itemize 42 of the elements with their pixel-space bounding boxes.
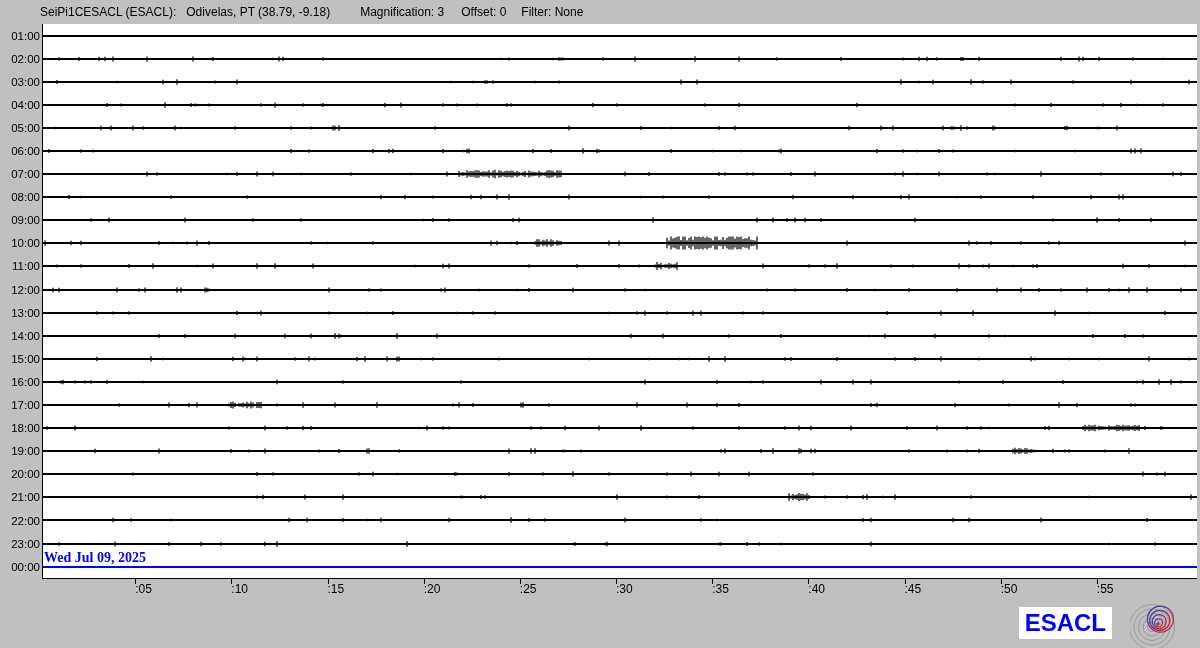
hour-label: 12:00: [11, 283, 40, 296]
minute-label: :35: [712, 582, 729, 597]
hour-label: 08:00: [11, 191, 40, 204]
date-label: Wed Jul 09, 2025: [44, 550, 146, 566]
minute-label: :50: [1000, 582, 1018, 597]
magnification-label: Magnification: 3: [360, 5, 445, 19]
minute-label: :20: [423, 582, 441, 597]
station-logo: ESACL: [1018, 607, 1112, 640]
hour-label: 23:00: [11, 537, 40, 550]
offset-label: Offset: 0: [461, 5, 507, 19]
hour-label: 05:00: [11, 121, 40, 134]
minute-label: :15: [327, 582, 345, 597]
hour-label: 09:00: [11, 214, 40, 227]
hour-label: 21:00: [11, 491, 40, 504]
hour-label: 15:00: [11, 352, 40, 365]
hour-label: 16:00: [11, 375, 40, 388]
hour-label: 02:00: [11, 52, 40, 65]
hour-label: 01:00: [11, 29, 40, 42]
hour-label: 11:00: [12, 260, 40, 273]
hour-label: 04:00: [11, 98, 40, 111]
hour-label: 22:00: [11, 514, 40, 527]
filter-label: Filter: None: [521, 5, 584, 19]
minute-label: :10: [231, 582, 248, 597]
station-label: SeiPi1CESACL (ESACL):: [40, 5, 177, 19]
hour-label: 13:00: [11, 306, 40, 319]
minute-label: :55: [1096, 582, 1114, 597]
hour-label: 17:00: [11, 399, 40, 412]
hour-label: 00:00: [11, 560, 40, 573]
minute-label: :30: [616, 582, 633, 597]
location-label: Odivelas, PT (38.79, -9.18): [186, 5, 331, 19]
hour-label: 06:00: [11, 145, 40, 157]
hour-label: 20:00: [11, 468, 40, 481]
hour-label: 19:00: [11, 445, 40, 458]
hour-label: 10:00: [11, 237, 40, 250]
hour-label: 14:00: [11, 329, 40, 342]
hour-label: 03:00: [11, 75, 40, 88]
minute-label: :25: [519, 582, 537, 597]
hour-label: 18:00: [11, 422, 40, 435]
minute-label: :40: [808, 582, 825, 597]
hour-label: 07:00: [11, 168, 40, 181]
minute-label: :05: [135, 582, 152, 597]
minute-label: :45: [904, 582, 922, 597]
